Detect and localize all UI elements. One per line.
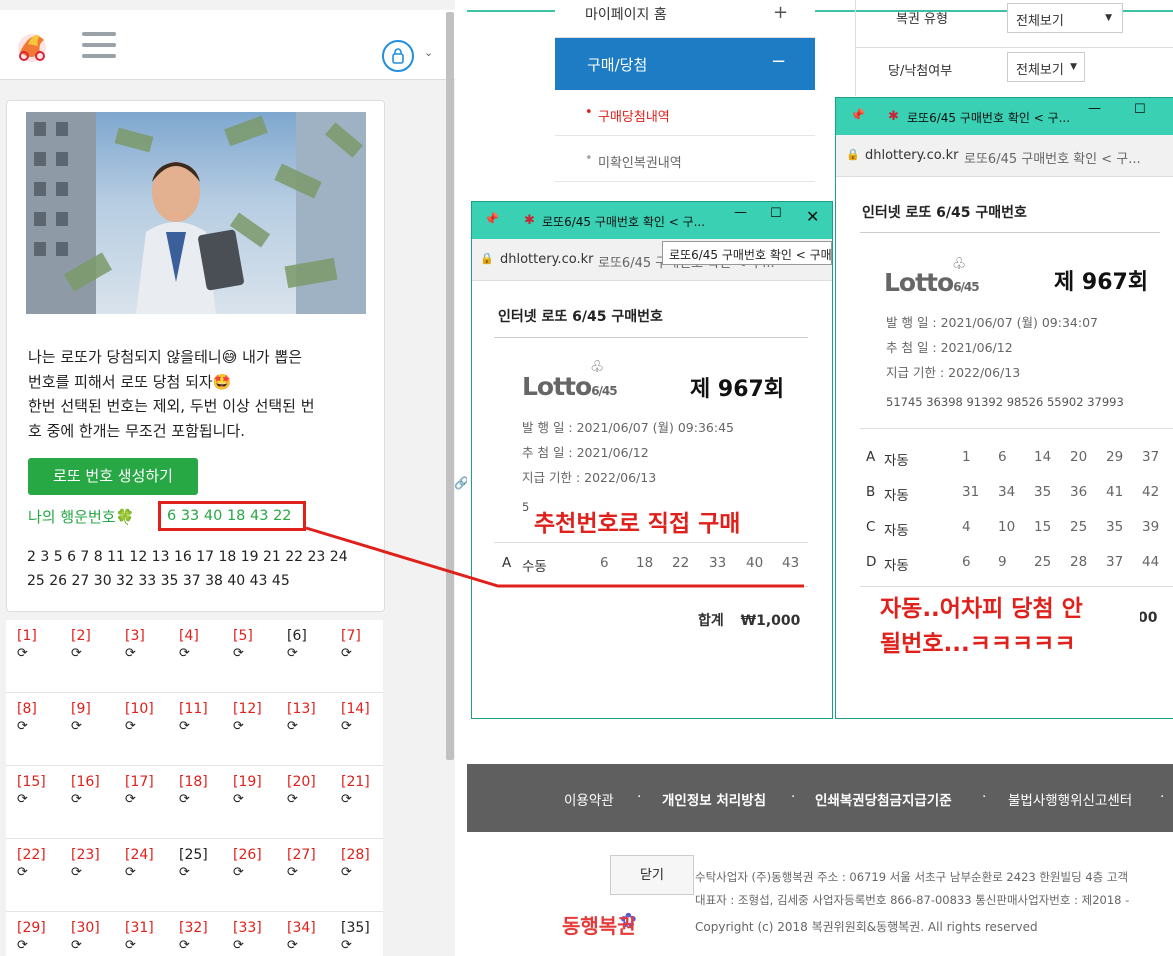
footer-terms-link[interactable]: 이용약관: [564, 789, 614, 809]
footer-company-info: 수탁사업자 (주)동행복권 주소 : 06719 서울 서초구 남부순환로 24…: [695, 866, 1129, 912]
footer-report-link[interactable]: 불법사행행위신고센터: [1008, 789, 1132, 809]
footer-prize-criteria-link[interactable]: 인쇄복권당첨금지급기준: [815, 789, 952, 809]
footer-privacy-link[interactable]: 개인정보 처리방침: [662, 789, 766, 809]
site-footer-links: 이용약관 · 개인정보 처리방침 · 인쇄복권당첨금지급기준 · 불법사행행위신…: [467, 764, 1173, 832]
footer-info-line-2: 대표자 : 조형섭, 김세중 사업자등록번호 866-87-00833 통신판매…: [695, 893, 1130, 907]
footer-copyright: Copyright (c) 2018 복권위원회&동행복권. All right…: [695, 920, 1038, 934]
donghaeng-logo: 동행복권: [562, 914, 636, 938]
footer-info-line-1: 수탁사업자 (주)동행복권 주소 : 06719 서울 서초구 남부순환로 24…: [695, 870, 1129, 884]
